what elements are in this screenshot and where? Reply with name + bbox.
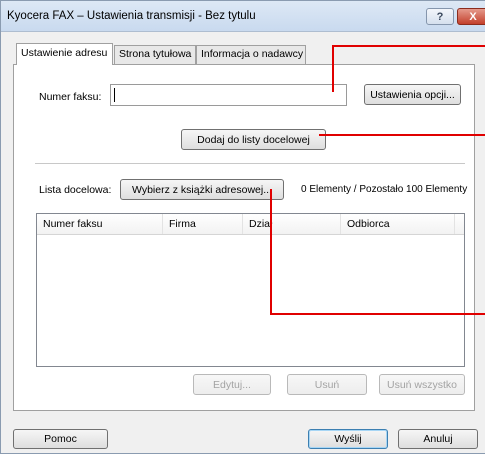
tab-sender-info[interactable]: Informacja o nadawcy (196, 45, 306, 64)
cancel-button[interactable]: Anuluj (398, 429, 478, 449)
add-to-destination-button[interactable]: Dodaj do listy docelowej (181, 129, 326, 150)
callout-line-addressbook-horizontal (270, 313, 485, 315)
separator (35, 163, 465, 164)
column-header-company[interactable]: Firma (163, 214, 243, 234)
column-header-recipient[interactable]: Odbiorca (341, 214, 455, 234)
edit-button[interactable]: Edytuj... (193, 374, 271, 395)
callout-line-fax-horizontal (332, 45, 485, 47)
address-book-button[interactable]: Wybierz z książki adresowej... (120, 179, 284, 200)
tab-cover-page[interactable]: Strona tytułowa (114, 45, 196, 64)
element-count-status: 0 Elementy / Pozostało 100 Elementy (301, 184, 468, 195)
text-caret (114, 88, 115, 102)
help-icon[interactable]: ? (426, 8, 454, 25)
close-icon[interactable]: X (457, 8, 485, 25)
fax-number-input[interactable] (110, 84, 347, 106)
list-header: Numer faksu Firma Dział Odbiorca (37, 214, 464, 235)
callout-line-fax-vertical (332, 45, 334, 92)
fax-number-label: Numer faksu: (39, 91, 102, 103)
fax-settings-window: Kyocera FAX – Ustawienia transmisji - Be… (0, 0, 485, 454)
title-bar[interactable]: Kyocera FAX – Ustawienia transmisji - Be… (1, 1, 485, 32)
column-header-department[interactable]: Dział (243, 214, 341, 234)
send-button[interactable]: Wyślij (308, 429, 388, 449)
destination-list-label: Lista docelowa: (39, 184, 112, 196)
window-title: Kyocera FAX – Ustawienia transmisji - Be… (7, 10, 256, 22)
destination-list[interactable]: Numer faksu Firma Dział Odbiorca (36, 213, 465, 367)
options-settings-button[interactable]: Ustawienia opcji... (364, 84, 461, 105)
help-button[interactable]: Pomoc (13, 429, 108, 449)
delete-all-button[interactable]: Usuń wszystko (379, 374, 465, 395)
tab-address-settings[interactable]: Ustawienie adresu (16, 43, 113, 65)
delete-button[interactable]: Usuń (287, 374, 367, 395)
callout-line-addressbook-vertical (270, 189, 272, 315)
column-header-fax-number[interactable]: Numer faksu (37, 214, 163, 234)
callout-line-add-button (319, 134, 485, 136)
